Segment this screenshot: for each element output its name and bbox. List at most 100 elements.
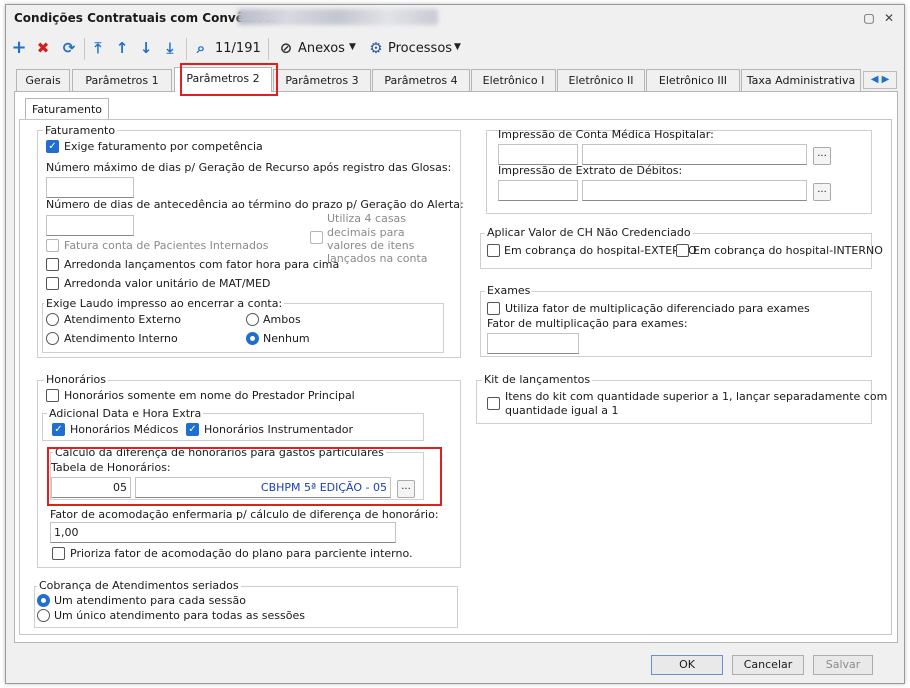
fatura-internados-checkbox[interactable] (46, 239, 59, 252)
quatro-casas-label-4: lançados na conta (327, 252, 428, 265)
exames-fator-mult-label: Fator de multiplicação para exames: (487, 317, 688, 330)
toolbar-separator (84, 38, 85, 60)
prioriza-fator-checkbox[interactable] (52, 547, 65, 560)
fatura-internados-label: Fatura conta de Pacientes Internados (64, 239, 269, 252)
honorarios-instrumentador-label: Honorários Instrumentador (204, 423, 353, 436)
honorarios-group-label: Honorários (44, 373, 109, 386)
kit-label-2: quantidade igual a 1 (505, 404, 619, 417)
last-record-icon[interactable]: ⤓ (160, 38, 180, 58)
fator-acomodacao-label: Fator de acomodação enfermaria p/ cálcul… (50, 508, 439, 521)
seriados-unico-radio[interactable] (37, 609, 50, 622)
laudo-interno-radio[interactable] (46, 332, 59, 345)
subtab-faturamento[interactable]: Faturamento (25, 98, 109, 120)
impressao-conta-label: Impressão de Conta Médica Hospitalar: (498, 128, 714, 141)
max-dias-label: Número máximo de dias p/ Geração de Recu… (46, 161, 452, 174)
impressao-extrato-desc-input[interactable] (582, 180, 807, 201)
fator-acomodacao-input[interactable]: 1,00 (50, 522, 396, 543)
toolbar: + ✖ ⟳ ⤒ ↑ ↓ ⤓ ⌕ 11/191 ⊘ Anexos ▼ ⚙ Proc… (6, 32, 904, 64)
processes-menu[interactable]: Processos (388, 41, 452, 56)
exames-group-label: Exames (485, 284, 533, 297)
seriados-cada-sessao-label: Um atendimento para cada sessão (54, 594, 247, 607)
arredonda-valor-checkbox[interactable] (46, 277, 59, 290)
add-icon[interactable]: + (9, 38, 29, 58)
paperclip-icon[interactable]: ⊘ (276, 38, 296, 58)
cancel-button[interactable]: Cancelar (732, 655, 804, 675)
valor-ch-group-label: Aplicar Valor de CH Não Credenciado (485, 226, 693, 239)
dialog-window: Condições Contratuais com Convênios: ▢ ✕… (5, 4, 905, 684)
laudo-nenhum-radio[interactable] (246, 332, 259, 345)
tab-scroll-arrows[interactable]: ◀ ▶ (863, 71, 897, 89)
seriados-group-label: Cobrança de Atendimentos seriados (37, 579, 241, 592)
save-button[interactable]: Salvar (813, 655, 873, 675)
tab-gerais[interactable]: Gerais (16, 69, 70, 91)
chevron-down-icon[interactable]: ▼ (454, 42, 461, 52)
laudo-externo-radio[interactable] (46, 313, 59, 326)
competencia-checkbox[interactable]: ✓ (46, 140, 59, 153)
chevron-down-icon[interactable]: ▼ (349, 42, 356, 52)
valor-ch-interno-checkbox[interactable] (676, 244, 689, 257)
valor-ch-interno-label: Em cobrança do hospital-INTERNO (693, 244, 883, 257)
ok-button[interactable]: OK (651, 655, 723, 675)
quatro-casas-checkbox[interactable] (310, 231, 323, 244)
tab-parametros-4[interactable]: Parâmetros 4 (372, 69, 470, 91)
honorarios-prestador-label: Honorários somente em nome do Prestador … (64, 389, 355, 402)
seriados-unico-label: Um único atendimento para todas as sessõ… (54, 609, 305, 622)
subtab-panel: Faturamento ✓ Exige faturamento por comp… (19, 119, 892, 635)
first-record-icon[interactable]: ⤒ (88, 38, 108, 58)
kit-checkbox[interactable] (487, 397, 500, 410)
laudo-interno-label: Atendimento Interno (64, 332, 178, 345)
tab-parametros-3[interactable]: Parâmetros 3 (273, 69, 371, 91)
search-icon[interactable]: ⌕ (191, 38, 211, 58)
attachments-menu[interactable]: Anexos (298, 41, 345, 56)
toolbar-separator (268, 38, 269, 60)
honorarios-medicos-label: Honorários Médicos (70, 423, 179, 436)
previous-record-icon[interactable]: ↑ (112, 38, 132, 58)
honorarios-instrumentador-checkbox[interactable]: ✓ (186, 423, 199, 436)
impressao-conta-code-input[interactable] (498, 144, 578, 165)
laudo-nenhum-label: Nenhum (263, 332, 310, 345)
dias-antecedencia-label: Número de dias de antecedência ao términ… (46, 198, 464, 211)
valor-ch-externo-label: Em cobrança do hospital-EXTERNO (504, 244, 697, 257)
laudo-ambos-label: Ambos (263, 313, 301, 326)
gear-icon[interactable]: ⚙ (366, 38, 386, 58)
impressao-extrato-lookup-button[interactable]: ... (813, 183, 831, 201)
refresh-icon[interactable]: ⟳ (59, 38, 79, 58)
arredonda-valor-label: Arredonda valor unitário de MAT/MED (64, 277, 271, 290)
tab-parametros-1[interactable]: Parâmetros 1 (72, 69, 172, 91)
tab-strip: Gerais Parâmetros 1 Parâmetros 2 Parâmet… (14, 63, 898, 96)
arredonda-fator-label: Arredonda lançamentos com fator hora par… (64, 258, 340, 271)
close-icon[interactable]: ✕ (882, 11, 896, 25)
laudo-group-label: Exige Laudo impresso ao encerrar a conta… (44, 297, 285, 310)
record-counter: 11/191 (215, 41, 261, 56)
next-record-icon[interactable]: ↓ (136, 38, 156, 58)
highlight-calculo-box (47, 447, 442, 506)
quatro-casas-label-1: Utiliza 4 casas (327, 212, 407, 225)
restore-icon[interactable]: ▢ (862, 11, 876, 25)
highlight-tab-box (180, 63, 278, 96)
impressao-extrato-label: Impressão de Extrato de Débitos: (498, 164, 683, 177)
laudo-ambos-radio[interactable] (246, 313, 259, 326)
laudo-group (42, 303, 444, 353)
competencia-label: Exige faturamento por competência (64, 140, 263, 153)
title-bar: Condições Contratuais com Convênios: ▢ ✕ (6, 5, 904, 31)
tab-eletronico-2[interactable]: Eletrônico II (557, 69, 645, 91)
honorarios-medicos-checkbox[interactable]: ✓ (52, 423, 65, 436)
tab-eletronico-1[interactable]: Eletrônico I (471, 69, 556, 91)
laudo-externo-label: Atendimento Externo (64, 313, 181, 326)
valor-ch-externo-checkbox[interactable] (487, 244, 500, 257)
impressao-conta-desc-input[interactable] (582, 144, 807, 165)
adicional-group-label: Adicional Data e Hora Extra (47, 407, 204, 420)
impressao-extrato-code-input[interactable] (498, 180, 578, 201)
seriados-cada-sessao-radio[interactable] (37, 594, 50, 607)
arredonda-fator-checkbox[interactable] (46, 258, 59, 271)
impressao-conta-lookup-button[interactable]: ... (813, 147, 831, 165)
tab-eletronico-3[interactable]: Eletrônico III (646, 69, 740, 91)
max-dias-input[interactable] (46, 177, 134, 198)
tab-panel: Faturamento Faturamento ✓ Exige faturame… (14, 91, 898, 643)
exames-fator-input[interactable] (487, 333, 579, 354)
honorarios-prestador-checkbox[interactable] (46, 389, 59, 402)
dias-antecedencia-input[interactable] (46, 215, 134, 236)
exames-fator-checkbox[interactable] (487, 302, 500, 315)
delete-icon[interactable]: ✖ (33, 38, 53, 58)
tab-taxa-administrativa[interactable]: Taxa Administrativa (741, 69, 861, 91)
